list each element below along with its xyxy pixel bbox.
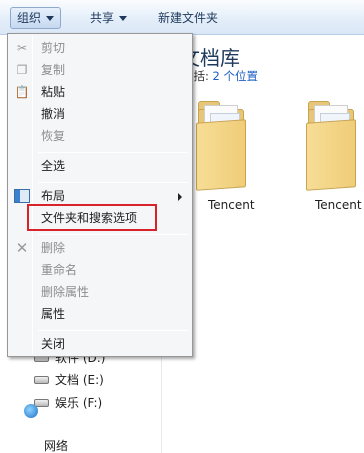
organize-context-menu: ✂ 剪切 ❐ 复制 📋 粘贴 撤消 恢复 全选 布局 文件夹和搜索选项 ✕ 删除… <box>7 33 193 357</box>
folder-label[interactable]: Tencent <box>315 198 362 212</box>
menu-item-label: 删除属性 <box>41 285 90 299</box>
nav-drive-f[interactable]: 娱乐 (F:) <box>34 394 102 412</box>
share-button[interactable]: 共享 <box>84 7 133 29</box>
organize-label: 组织 <box>17 11 42 25</box>
command-bar: 组织 共享 新建文件夹 <box>0 0 364 35</box>
menu-item-copy[interactable]: ❐ 复制 <box>10 59 190 81</box>
menu-separator <box>38 234 188 235</box>
menu-item-label: 全选 <box>41 159 66 173</box>
menu-item-label: 属性 <box>41 307 66 321</box>
folder-icon[interactable] <box>186 95 250 195</box>
chevron-down-icon <box>46 16 55 21</box>
new-folder-button[interactable]: 新建文件夹 <box>152 7 224 29</box>
menu-separator <box>38 330 188 331</box>
paste-icon: 📋 <box>14 85 30 99</box>
menu-item-undo[interactable]: 撤消 <box>10 103 190 125</box>
delete-x-icon: ✕ <box>15 239 29 257</box>
menu-item-redo[interactable]: 恢复 <box>10 125 190 147</box>
drive-icon <box>34 375 49 384</box>
menu-item-label: 恢复 <box>41 129 66 143</box>
menu-item-remove-properties[interactable]: 删除属性 <box>10 281 190 303</box>
copy-icon: ❐ <box>16 63 28 77</box>
organize-button[interactable]: 组织 <box>10 7 62 29</box>
network-globe-icon <box>24 404 38 418</box>
menu-separator <box>38 182 188 183</box>
menu-item-close[interactable]: 关闭 <box>10 333 190 355</box>
menu-item-label: 布局 <box>41 189 66 203</box>
chevron-down-icon <box>119 16 128 21</box>
menu-item-label: 粘贴 <box>41 85 66 99</box>
library-subtitle: 包括: 2 个位置 <box>182 68 258 84</box>
menu-item-label: 复制 <box>41 63 66 77</box>
menu-item-label: 剪切 <box>41 41 66 55</box>
menu-item-delete[interactable]: ✕ 删除 <box>10 237 190 259</box>
network-label: 网络 <box>44 439 69 453</box>
folder-icon[interactable] <box>296 95 360 195</box>
menu-item-label: 删除 <box>41 241 66 255</box>
locations-link[interactable]: 2 个位置 <box>213 69 258 83</box>
menu-item-label: 撤消 <box>41 107 66 121</box>
menu-item-paste[interactable]: 📋 粘贴 <box>10 81 190 103</box>
menu-item-properties[interactable]: 属性 <box>10 303 190 325</box>
highlight-annotation-box <box>27 204 157 231</box>
submenu-arrow-icon <box>178 193 182 201</box>
scissors-icon: ✂ <box>16 41 28 55</box>
new-folder-label: 新建文件夹 <box>158 11 219 25</box>
layout-icon <box>14 189 30 203</box>
menu-item-label: 重命名 <box>41 263 78 277</box>
folder-label[interactable]: Tencent <box>208 198 255 212</box>
drive-icon <box>34 398 49 407</box>
nav-network[interactable]: 网络 <box>44 437 68 453</box>
share-label: 共享 <box>90 11 115 25</box>
drive-label: 娱乐 (F:) <box>55 396 103 410</box>
nav-drive-e[interactable]: 文档 (E:) <box>34 371 104 389</box>
menu-item-rename[interactable]: 重命名 <box>10 259 190 281</box>
menu-separator <box>38 152 188 153</box>
drive-label: 文档 (E:) <box>55 373 104 387</box>
menu-item-select-all[interactable]: 全选 <box>10 155 190 177</box>
menu-item-label: 关闭 <box>41 337 66 351</box>
menu-item-cut[interactable]: ✂ 剪切 <box>10 37 190 59</box>
